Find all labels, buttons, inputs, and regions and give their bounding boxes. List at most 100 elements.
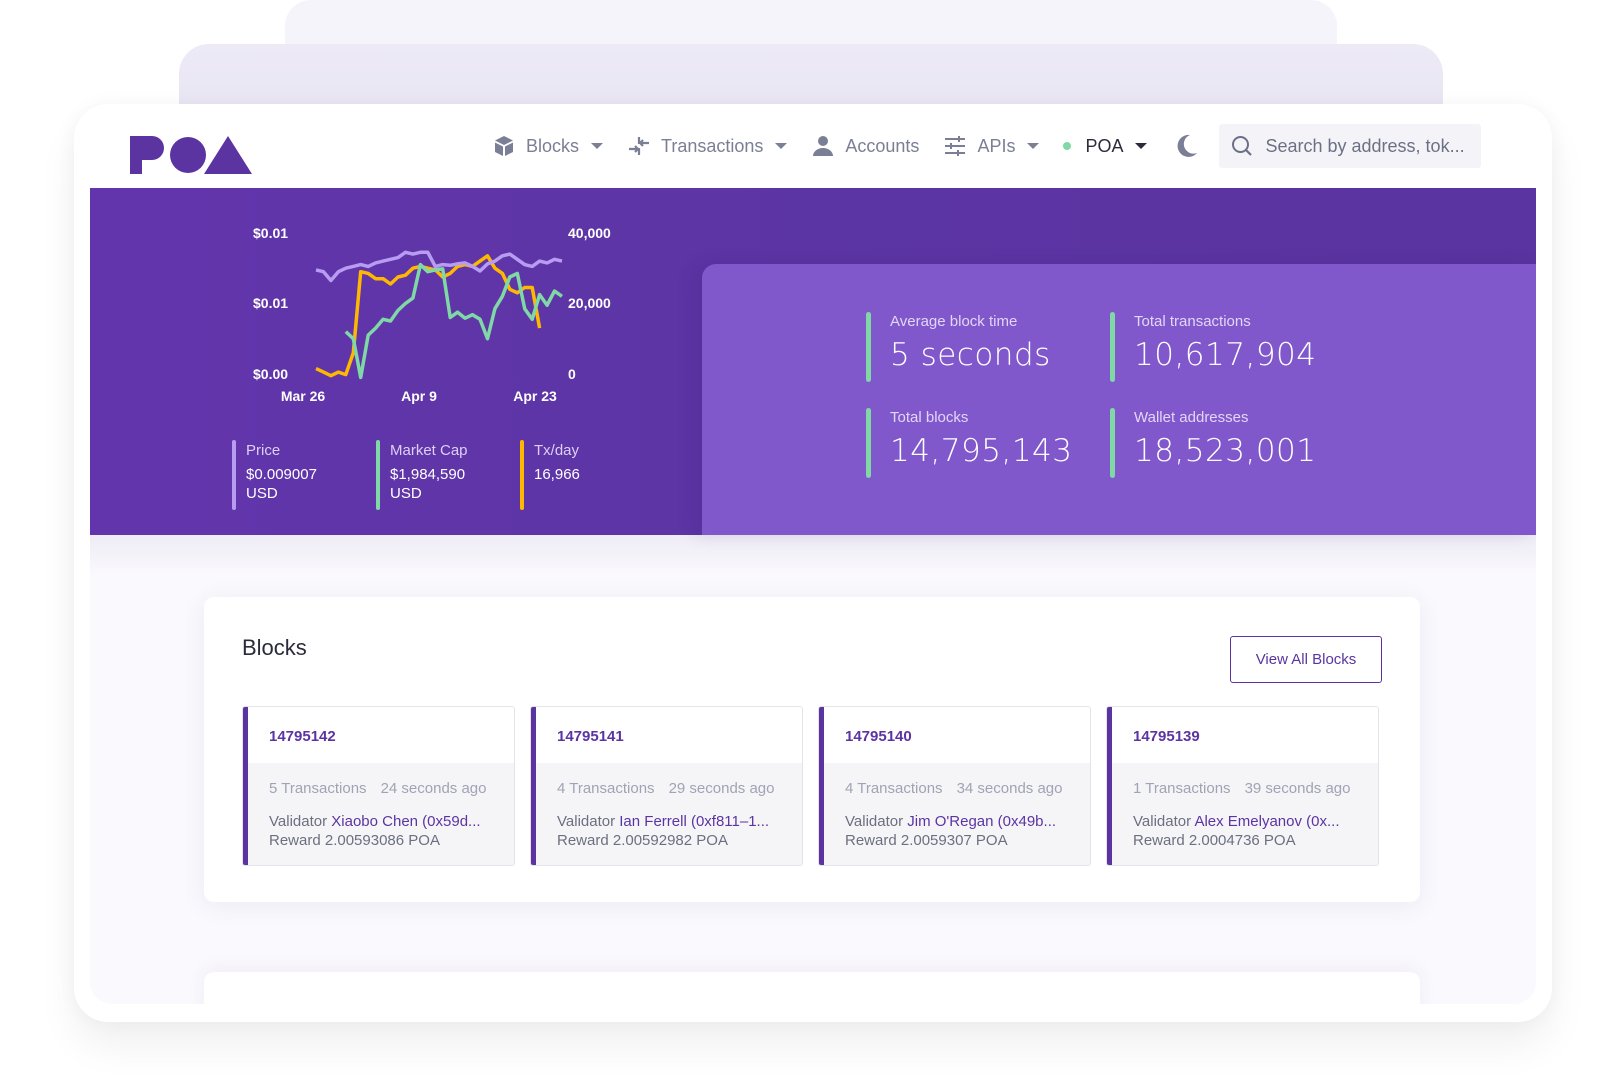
legend-tx-day: Tx/day 16,966 xyxy=(520,440,580,510)
stat-total-blocks: Total blocks 14,795,143 xyxy=(866,408,1073,478)
x-tick: Apr 9 xyxy=(401,388,437,404)
stat-wallet-addresses: Wallet addresses 18,523,001 xyxy=(1110,408,1317,478)
validator-link[interactable]: Xiaobo Chen (0x59d... xyxy=(331,813,480,830)
block-tx-count: 5 Transactions xyxy=(269,780,367,797)
x-tick: Mar 26 xyxy=(280,388,326,404)
legend-value-amount: $1,984,590 xyxy=(390,466,466,483)
validator-link[interactable]: Alex Emelyanov (0x... xyxy=(1194,813,1339,830)
block-reward: Reward 2.00592982 POA xyxy=(557,832,728,849)
search-box[interactable] xyxy=(1219,124,1482,168)
validator-label: Validator xyxy=(1133,813,1192,830)
nav-transactions[interactable]: Transactions xyxy=(615,124,799,168)
legend-value: 16,966 xyxy=(534,465,580,484)
stat-label: Wallet addresses xyxy=(1134,409,1249,426)
block-reward: Reward 2.00593086 POA xyxy=(269,832,440,849)
network-label: POA xyxy=(1085,135,1124,156)
block-tx-count: 1 Transactions xyxy=(1133,780,1231,797)
chain-stats-panel: Average block time 5 seconds Total trans… xyxy=(702,264,1536,535)
poa-logo[interactable] xyxy=(130,134,252,174)
block-validator-info: Validator Ian Ferrell (0xf811–1... Reward… xyxy=(557,812,769,850)
nav-apis-label: APIs xyxy=(977,135,1016,156)
block-validator-info: Validator Alex Emelyanov (0x... Reward 2.… xyxy=(1133,812,1340,850)
page-content: Blocks Transactions Accounts APIs POA Se… xyxy=(90,104,1536,1004)
legend-title: Tx/day xyxy=(534,442,580,459)
validator-label: Validator xyxy=(269,813,328,830)
y-right-tick: 40,000 xyxy=(568,225,611,241)
network-selector[interactable]: POA xyxy=(1051,124,1159,168)
stat-accent-bar xyxy=(1110,408,1115,478)
block-meta: 5 Transactions 24 seconds ago xyxy=(269,780,486,797)
stat-accent-bar xyxy=(866,312,871,382)
blocks-card-title: Blocks xyxy=(242,635,307,660)
stat-value: 18,523,001 xyxy=(1134,433,1317,469)
legend-title: Price xyxy=(246,442,281,459)
price-chart: $0.01 $0.01 $0.00 40,000 20,000 0 Mar 26… xyxy=(90,188,702,535)
block-tile[interactable]: 14795141 4 Transactions 29 seconds ago Va… xyxy=(530,706,803,866)
stat-value: 10,617,904 xyxy=(1134,337,1317,373)
nav-transactions-label: Transactions xyxy=(661,135,764,156)
legend-title: Market Cap xyxy=(390,442,468,459)
legend-color-bar xyxy=(232,440,236,510)
chevron-down-icon xyxy=(1135,143,1148,149)
chevron-down-icon xyxy=(591,143,604,149)
block-meta: 1 Transactions 39 seconds ago xyxy=(1133,780,1350,797)
nav-blocks[interactable]: Blocks xyxy=(480,124,615,168)
block-tx-count: 4 Transactions xyxy=(845,780,943,797)
y-left-tick: $0.01 xyxy=(253,225,289,241)
x-tick: Apr 23 xyxy=(513,388,557,404)
sliders-icon xyxy=(943,134,967,158)
block-reward: Reward 2.0004736 POA xyxy=(1133,832,1296,849)
nav-apis[interactable]: APIs xyxy=(931,124,1051,168)
navbar: Blocks Transactions Accounts APIs POA Se… xyxy=(90,104,1536,188)
stat-accent-bar xyxy=(866,408,871,478)
legend-value: $1,984,590 USD xyxy=(390,465,468,503)
block-age: 34 seconds ago xyxy=(956,780,1063,797)
stat-accent-bar xyxy=(1110,312,1115,382)
view-all-blocks-button[interactable]: View All Blocks xyxy=(1230,636,1382,683)
legend-color-bar xyxy=(376,440,380,510)
stat-value: 5 seconds xyxy=(890,337,1051,373)
legend-value-unit: USD xyxy=(246,485,278,502)
block-meta: 4 Transactions 34 seconds ago xyxy=(845,780,1062,797)
search-input[interactable] xyxy=(1265,135,1476,157)
block-age: 24 seconds ago xyxy=(380,780,487,797)
validator-link[interactable]: Jim O'Regan (0x49b... xyxy=(907,813,1056,830)
user-icon xyxy=(811,134,835,158)
network-status-dot xyxy=(1063,142,1072,150)
stat-total-transactions: Total transactions 10,617,904 xyxy=(1110,312,1317,382)
validator-label: Validator xyxy=(845,813,904,830)
validator-link[interactable]: Ian Ferrell (0xf811–1... xyxy=(619,813,769,830)
chevron-down-icon xyxy=(1027,143,1040,149)
block-number-link[interactable]: 14795142 xyxy=(269,728,336,745)
block-number-link[interactable]: 14795141 xyxy=(557,728,624,745)
block-tile[interactable]: 14795142 5 Transactions 24 seconds ago Va… xyxy=(242,706,515,866)
block-tile[interactable]: 14795139 1 Transactions 39 seconds ago Va… xyxy=(1106,706,1379,866)
block-validator-info: Validator Xiaobo Chen (0x59d... Reward 2.… xyxy=(269,812,481,850)
legend-color-bar xyxy=(520,440,524,510)
dashboard-hero: $0.01 $0.01 $0.00 40,000 20,000 0 Mar 26… xyxy=(90,188,1536,535)
moon-icon xyxy=(1178,134,1198,157)
stat-value: 14,795,143 xyxy=(890,433,1073,469)
hero-shadow xyxy=(90,535,1536,575)
block-number-link[interactable]: 14795139 xyxy=(1133,728,1200,745)
stat-label: Total blocks xyxy=(890,409,969,426)
y-left-tick: $0.01 xyxy=(253,295,289,311)
nav-blocks-label: Blocks xyxy=(526,135,580,156)
theme-toggle[interactable] xyxy=(1165,124,1209,168)
block-age: 29 seconds ago xyxy=(668,780,775,797)
legend-value-unit: USD xyxy=(390,485,422,502)
legend-value: $0.009007 USD xyxy=(246,465,317,503)
block-meta: 4 Transactions 29 seconds ago xyxy=(557,780,774,797)
chevron-down-icon xyxy=(775,143,788,149)
block-tile[interactable]: 14795140 4 Transactions 34 seconds ago Va… xyxy=(818,706,1091,866)
cube-icon xyxy=(492,134,516,158)
arrows-exchange-icon xyxy=(627,134,651,158)
block-validator-info: Validator Jim O'Regan (0x49b... Reward 2.… xyxy=(845,812,1056,850)
search-icon xyxy=(1232,136,1253,156)
block-number-link[interactable]: 14795140 xyxy=(845,728,912,745)
y-left-tick: $0.00 xyxy=(253,366,289,382)
validator-label: Validator xyxy=(557,813,616,830)
transactions-card-partial xyxy=(204,972,1420,1004)
nav-accounts[interactable]: Accounts xyxy=(799,124,931,168)
blocks-card: Blocks View All Blocks 14795142 5 Transa… xyxy=(204,597,1420,902)
